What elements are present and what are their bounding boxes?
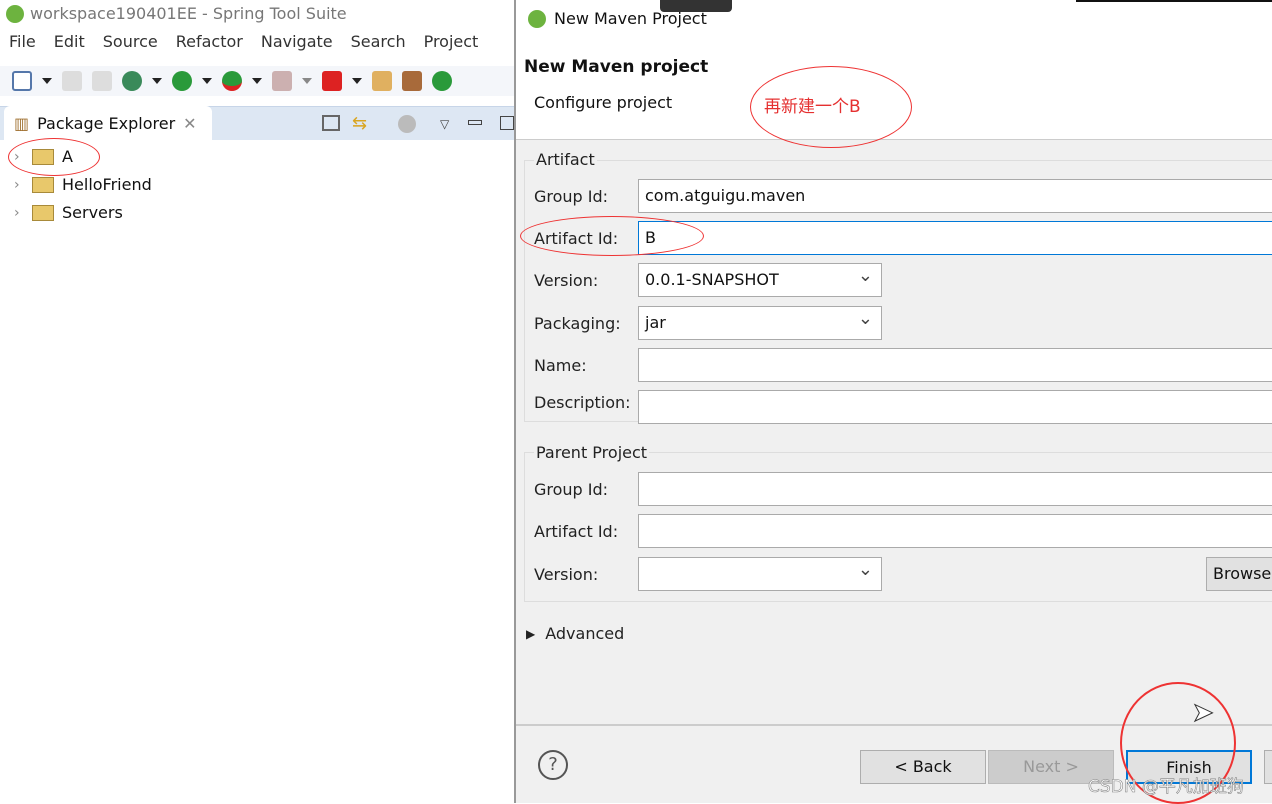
minimize-icon[interactable] bbox=[468, 120, 482, 125]
run-server-icon[interactable] bbox=[222, 71, 242, 91]
view-menu-icon[interactable]: ▽ bbox=[440, 117, 449, 131]
parent-group-id-input[interactable] bbox=[638, 472, 1272, 506]
maven-project-icon bbox=[32, 176, 54, 193]
menu-bar: File Edit Source Refactor Navigate Searc… bbox=[0, 32, 487, 56]
page-subheading: Configure project bbox=[534, 93, 673, 112]
top-edge bbox=[1076, 0, 1272, 2]
spring-logo-icon bbox=[528, 9, 546, 28]
group-id-label: Group Id: bbox=[534, 187, 609, 206]
package-explorer-icon: ▥ bbox=[14, 113, 30, 133]
folder-icon bbox=[32, 204, 54, 221]
chevron-right-icon[interactable]: › bbox=[14, 177, 24, 193]
watermark: CSDN @平凡加班狗 bbox=[1088, 777, 1244, 798]
description-label: Description: bbox=[534, 393, 631, 412]
annotation-circle bbox=[520, 216, 704, 256]
page-heading: New Maven project bbox=[524, 57, 709, 77]
chevron-down-icon[interactable] bbox=[152, 78, 162, 84]
cancel-button[interactable] bbox=[1264, 750, 1272, 784]
menu-search[interactable]: Search bbox=[342, 32, 415, 56]
menu-navigate[interactable]: Navigate bbox=[252, 32, 342, 56]
menu-project[interactable]: Project bbox=[415, 32, 488, 56]
debug-icon[interactable] bbox=[122, 71, 142, 91]
chevron-down-icon[interactable] bbox=[202, 78, 212, 84]
new-class-icon[interactable] bbox=[432, 71, 452, 91]
parent-legend: Parent Project bbox=[534, 443, 650, 462]
collapse-all-icon[interactable] bbox=[322, 115, 340, 131]
packaging-select[interactable]: jar bbox=[638, 306, 882, 340]
filter-icon[interactable] bbox=[398, 115, 416, 133]
mouse-cursor-icon: ➤ bbox=[1192, 698, 1215, 729]
external-tools-icon[interactable] bbox=[322, 71, 342, 91]
back-button[interactable]: < Back bbox=[860, 750, 986, 784]
artifact-legend: Artifact bbox=[534, 150, 597, 169]
parent-version-select[interactable] bbox=[638, 557, 882, 591]
triangle-right-icon: ▶ bbox=[526, 627, 536, 641]
chevron-down-icon[interactable] bbox=[352, 78, 362, 84]
new-aspectj-icon[interactable] bbox=[372, 71, 392, 91]
parent-artifact-id-input[interactable] bbox=[638, 514, 1272, 548]
annotation-text: 再新建一个B bbox=[764, 97, 861, 117]
name-label: Name: bbox=[534, 356, 587, 375]
save-icon[interactable] bbox=[62, 71, 82, 91]
parent-version-label: Version: bbox=[534, 565, 599, 584]
version-select[interactable]: 0.0.1-SNAPSHOT bbox=[638, 263, 882, 297]
spring-logo-icon bbox=[6, 4, 24, 23]
chevron-right-icon[interactable]: › bbox=[14, 205, 24, 221]
parent-group-id-label: Group Id: bbox=[534, 480, 609, 499]
tab-package-explorer[interactable]: ▥ Package Explorer ✕ bbox=[4, 106, 212, 140]
version-value: 0.0.1-SNAPSHOT bbox=[645, 270, 779, 289]
menu-file[interactable]: File bbox=[0, 32, 45, 56]
packaging-label: Packaging: bbox=[534, 314, 621, 333]
new-icon[interactable] bbox=[12, 71, 32, 91]
toolbar bbox=[0, 66, 514, 96]
new-maven-project-dialog: New Maven Project New Maven project Conf… bbox=[514, 0, 1272, 804]
dialog-header: New Maven Project New Maven project Conf… bbox=[516, 0, 1272, 148]
artifact-id-input[interactable]: B bbox=[638, 221, 1272, 255]
annotation-circle bbox=[8, 138, 100, 176]
tree-item-hellofriend[interactable]: › HelloFriend bbox=[14, 175, 152, 194]
menu-source[interactable]: Source bbox=[94, 32, 167, 56]
chevron-down-icon[interactable] bbox=[252, 78, 262, 84]
advanced-toggle[interactable]: ▶ Advanced bbox=[526, 624, 624, 644]
name-input[interactable] bbox=[638, 348, 1272, 382]
progress-indicator bbox=[660, 0, 732, 12]
chevron-down-icon[interactable] bbox=[42, 78, 52, 84]
parent-artifact-id-label: Artifact Id: bbox=[534, 522, 619, 541]
menu-refactor[interactable]: Refactor bbox=[167, 32, 252, 56]
description-input[interactable] bbox=[638, 390, 1272, 424]
maximize-icon[interactable] bbox=[500, 116, 514, 130]
save-all-icon[interactable] bbox=[92, 71, 112, 91]
help-button[interactable]: ? bbox=[538, 750, 568, 780]
new-package-icon[interactable] bbox=[402, 71, 422, 91]
window-title: workspace190401EE - Spring Tool Suite bbox=[6, 4, 347, 23]
ide-window: workspace190401EE - Spring Tool Suite Fi… bbox=[0, 0, 514, 803]
group-id-input[interactable]: com.atguigu.maven bbox=[638, 179, 1272, 213]
chevron-down-icon[interactable] bbox=[302, 78, 312, 84]
close-icon[interactable]: ✕ bbox=[183, 114, 196, 133]
run-icon[interactable] bbox=[172, 71, 192, 91]
stop-icon[interactable] bbox=[272, 71, 292, 91]
link-editor-icon[interactable]: ⇆ bbox=[352, 113, 367, 134]
tree-item-servers[interactable]: › Servers bbox=[14, 203, 123, 222]
browse-button[interactable]: Browse bbox=[1206, 557, 1272, 591]
packaging-value: jar bbox=[645, 313, 666, 332]
menu-edit[interactable]: Edit bbox=[45, 32, 94, 56]
version-label: Version: bbox=[534, 271, 599, 290]
